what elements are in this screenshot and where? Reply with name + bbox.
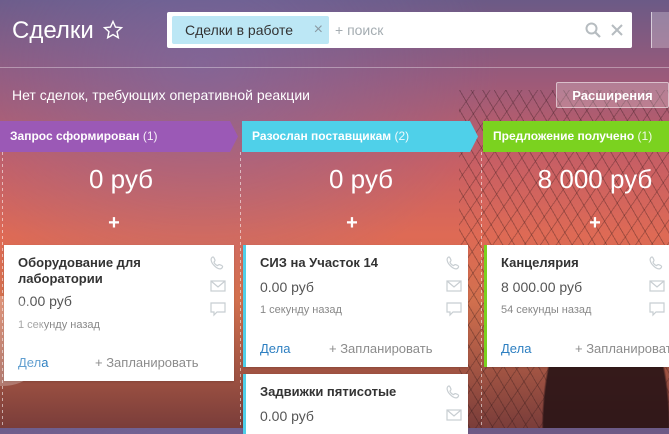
chat-icon[interactable]	[648, 301, 666, 317]
divider	[0, 67, 669, 68]
chip-close-icon[interactable]: ×	[314, 16, 323, 44]
phone-icon[interactable]	[445, 255, 463, 271]
deal-title[interactable]: Канцелярия	[501, 255, 579, 271]
stage-name: Разослан поставщикам	[252, 129, 392, 143]
filter-chip-label: Сделки в работе	[185, 22, 294, 38]
deal-activities-link[interactable]: Дела	[260, 341, 290, 357]
page-title: Сделки	[12, 17, 94, 44]
notice-text: Нет сделок, требующих оперативной реакци…	[12, 87, 310, 103]
phone-icon[interactable]	[648, 255, 666, 271]
header: Сделки Сделки в работе ×	[0, 0, 669, 66]
stage-sum: 0 руб	[328, 164, 394, 194]
column-border	[240, 152, 241, 428]
add-deal-button[interactable]: +	[99, 211, 129, 235]
search-input[interactable]	[335, 20, 575, 40]
stage-header[interactable]: Запрос сформирован (1)	[0, 121, 238, 152]
stage-count: (1)	[637, 129, 653, 143]
chat-icon[interactable]	[445, 301, 463, 317]
email-icon[interactable]	[445, 278, 463, 294]
deal-activities-link[interactable]: Дела	[501, 341, 531, 357]
deal-time: 1 секунду назад	[260, 304, 342, 316]
schedule-link[interactable]: + Запланировать	[575, 341, 669, 357]
search-icon[interactable]	[584, 21, 602, 39]
stage-count: (2)	[394, 129, 410, 143]
email-icon[interactable]	[445, 407, 463, 423]
add-deal-button[interactable]: +	[337, 211, 367, 235]
deal-title[interactable]: Оборудование для лаборатории	[18, 255, 198, 287]
stage-header[interactable]: Разослан поставщикам (2)	[242, 121, 478, 152]
deal-title[interactable]: СИЗ на Участок 14	[260, 255, 378, 271]
email-icon[interactable]	[648, 278, 666, 294]
phone-icon[interactable]	[445, 384, 463, 400]
email-icon[interactable]	[209, 278, 227, 294]
favorite-star-icon[interactable]	[101, 16, 125, 44]
chat-icon[interactable]	[209, 301, 227, 317]
schedule-link[interactable]: + Запланировать	[95, 355, 198, 371]
stage-name: Предложение получено	[493, 129, 635, 143]
stage-header[interactable]: Предложение получено (1)	[483, 121, 669, 152]
settings-button[interactable]	[651, 12, 669, 48]
clear-icon[interactable]	[608, 21, 626, 39]
stage-count: (1)	[142, 129, 158, 143]
phone-icon[interactable]	[209, 255, 227, 271]
search-bar[interactable]: Сделки в работе ×	[167, 12, 632, 48]
extensions-button[interactable]: Расширения	[556, 82, 669, 108]
stage-sum: 0 руб	[88, 164, 154, 194]
deal-amount: 8 000.00 руб	[501, 279, 583, 295]
deal-amount: 0.00 руб	[260, 408, 314, 424]
deal-card[interactable]: Канцелярия 8 000.00 руб 54 секунды назад…	[484, 245, 669, 367]
column-border	[481, 152, 482, 428]
filter-chip[interactable]: Сделки в работе ×	[172, 16, 329, 44]
schedule-link[interactable]: + Запланировать	[329, 341, 432, 357]
add-deal-button[interactable]: +	[580, 211, 610, 235]
deal-amount: 0.00 руб	[260, 279, 314, 295]
deal-title[interactable]: Задвижки пятисотые	[260, 384, 396, 400]
stage-name: Запрос сформирован	[10, 129, 140, 143]
chevron-left-icon	[9, 328, 23, 354]
deal-time: 54 секунды назад	[501, 304, 592, 316]
stage-sum: 8 000 руб	[537, 164, 653, 194]
deal-card[interactable]: СИЗ на Участок 14 0.00 руб 1 секунду наз…	[243, 245, 468, 367]
deal-card[interactable]: Задвижки пятисотые 0.00 руб	[243, 374, 468, 434]
